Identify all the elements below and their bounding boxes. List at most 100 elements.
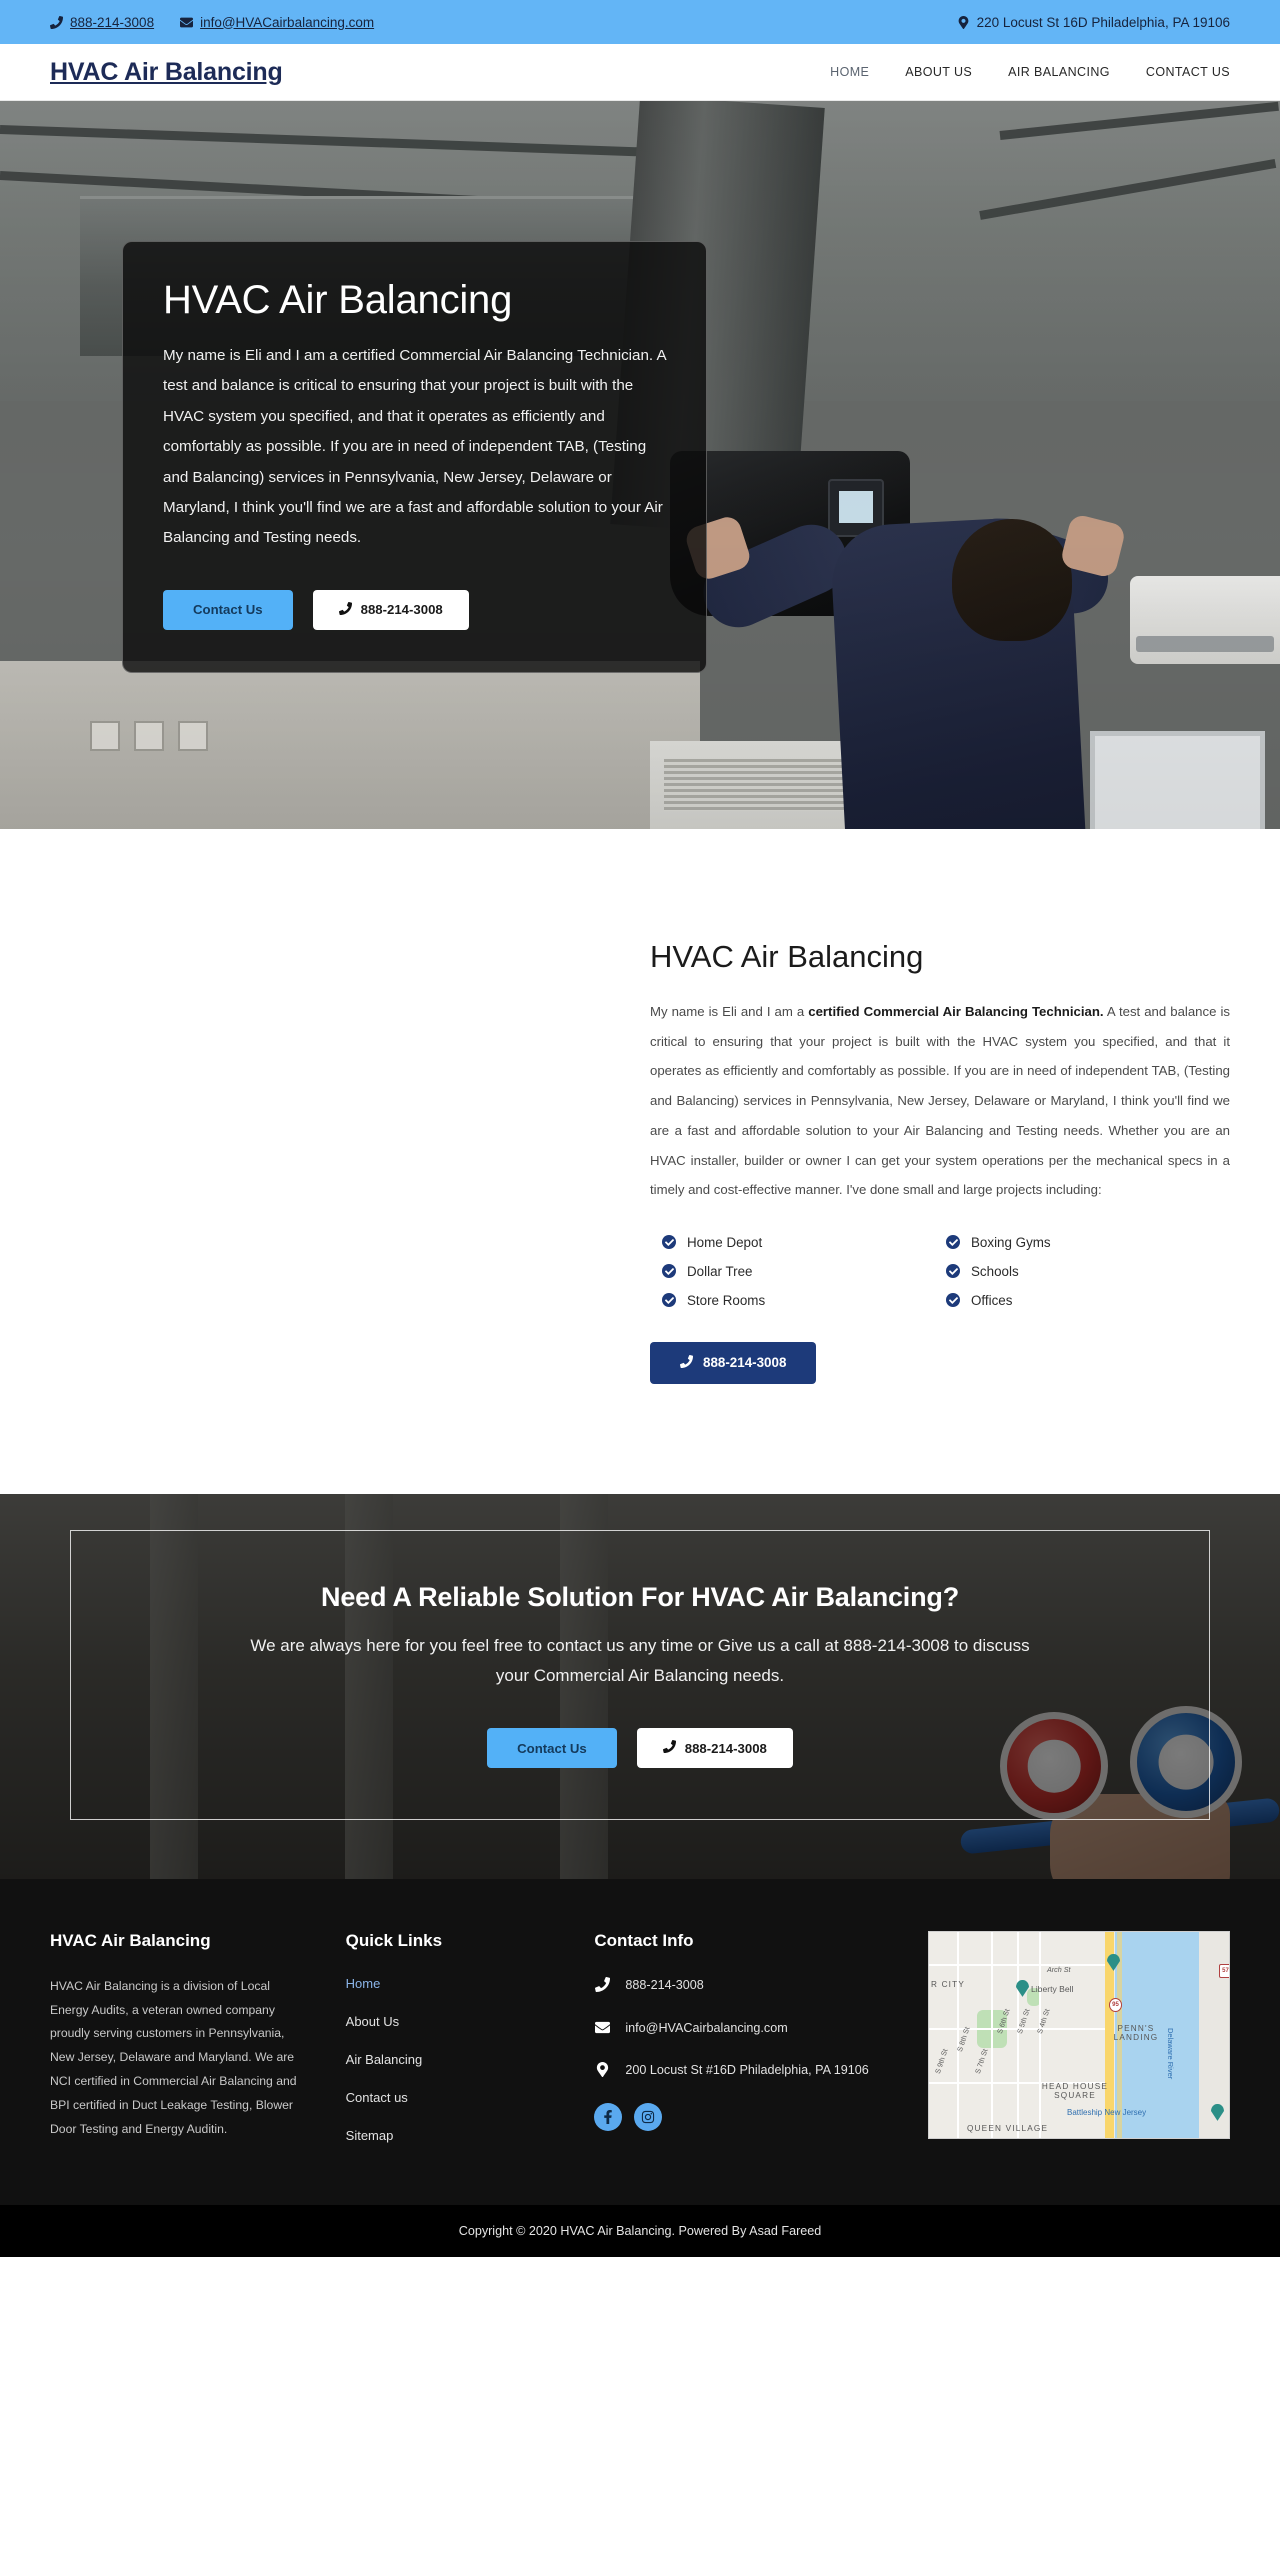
phone-icon <box>679 1354 693 1371</box>
facebook-icon[interactable] <box>594 2103 623 2132</box>
feature-label: Schools <box>971 1263 1019 1279</box>
topbar-email-link[interactable]: info@HVACairbalancing.com <box>180 15 374 30</box>
about-image-placeholder <box>50 921 610 1341</box>
nav-item-air-balancing[interactable]: AIR BALANCING <box>1008 65 1110 79</box>
about-feature-list: Home Depot Boxing Gyms Dollar Tree Schoo… <box>650 1235 1230 1308</box>
nav-links-group: HOME ABOUT US AIR BALANCING CONTACT US <box>830 65 1230 79</box>
footer-contact-phone[interactable]: 888-214-3008 <box>594 1975 894 1996</box>
footer-quicklinks-column: Quick Links Home About Us Air Balancing … <box>346 1931 561 2165</box>
list-item: Contact us <box>346 2089 561 2107</box>
feature-label: Store Rooms <box>687 1292 766 1308</box>
check-circle-icon <box>662 1293 676 1308</box>
map-label-arch-st: Arch St <box>1046 1964 1071 1974</box>
map-label-liberty-bell: Liberty Bell <box>1030 1983 1074 1994</box>
list-item: Air Balancing <box>346 2051 561 2069</box>
map-label-penns-landing: PENN'S LANDING <box>1113 2023 1159 2042</box>
top-bar-inner: 888-214-3008 info@HVACairbalancing.com 2… <box>50 15 1230 30</box>
footer-address-text: 200 Locust St #16D Philadelphia, PA 1910… <box>625 2063 869 2078</box>
phone-icon <box>662 1740 676 1756</box>
footer-about-heading: HVAC Air Balancing <box>50 1930 211 1950</box>
footer-phone-text: 888-214-3008 <box>625 1977 704 1992</box>
feature-label: Boxing Gyms <box>971 1234 1051 1250</box>
list-item: Sitemap <box>346 2127 561 2145</box>
envelope-icon <box>594 2018 611 2035</box>
about-section: HVAC Air Balancing My name is Eli and I … <box>0 829 1280 1494</box>
copyright-bar: Copyright © 2020 HVAC Air Balancing. Pow… <box>0 2204 1280 2257</box>
feature-label: Offices <box>971 1292 1013 1308</box>
feature-item: Store Rooms <box>662 1293 946 1308</box>
map-label-head-house-square: HEAD HOUSE SQUARE <box>1041 2081 1109 2100</box>
map-label-battleship-new-jersey: Battleship New Jersey <box>1066 2107 1147 2117</box>
site-logo[interactable]: HVAC Air Balancing <box>50 58 283 87</box>
cta-text: We are always here for you feel free to … <box>250 1635 1030 1686</box>
check-circle-icon <box>946 1264 960 1279</box>
topbar-address-text: 220 Locust St 16D Philadelphia, PA 19106 <box>976 14 1230 30</box>
map-marker-icon <box>957 15 970 29</box>
about-paragraph: My name is Eli and I am a certified Comm… <box>650 997 1230 1205</box>
hero-text-card: HVAC Air Balancing My name is Eli and I … <box>122 241 707 673</box>
footer-link-about-us[interactable]: About Us <box>346 2014 399 2029</box>
footer-link-home[interactable]: Home <box>346 1976 381 1991</box>
google-map-embed[interactable]: 95 57 R CITY Liberty Bell Arch St PENN'S… <box>927 1930 1230 2139</box>
footer-contact-list: 888-214-3008 info@HVACairbalancing.com 2… <box>594 1975 894 2081</box>
footer-about-column: HVAC Air Balancing HVAC Air Balancing is… <box>50 1931 312 2165</box>
about-intro-rest: A test and balance is critical to ensuri… <box>650 1004 1230 1198</box>
topbar-phone-link[interactable]: 888-214-3008 <box>50 15 154 30</box>
feature-item: Offices <box>946 1293 1230 1308</box>
cta-phone-button[interactable]: 888-214-3008 <box>636 1728 793 1769</box>
map-road <box>1016 1931 1019 2138</box>
feature-item: Boxing Gyms <box>946 1235 1230 1250</box>
about-heading: HVAC Air Balancing <box>650 939 924 974</box>
feature-item: Schools <box>946 1264 1230 1279</box>
about-intro-bold: certified Commercial Air Balancing Techn… <box>808 1004 1104 1019</box>
footer-contact-heading: Contact Info <box>594 1930 694 1950</box>
hero-title: HVAC Air Balancing <box>163 278 513 322</box>
about-inner: HVAC Air Balancing My name is Eli and I … <box>50 921 1230 1384</box>
nav-item-about-us[interactable]: ABOUT US <box>905 65 972 79</box>
instagram-icon[interactable] <box>634 2103 663 2132</box>
phone-icon <box>338 601 352 618</box>
about-phone-button[interactable]: 888-214-3008 <box>650 1341 817 1384</box>
hero-paragraph: My name is Eli and I am a certified Comm… <box>163 347 666 547</box>
check-circle-icon <box>946 1293 960 1308</box>
hero-button-group: Contact Us 888-214-3008 <box>163 589 666 630</box>
map-label-queen-village: QUEEN VILLAGE <box>966 2123 1049 2133</box>
cta-heading: Need A Reliable Solution For HVAC Air Ba… <box>321 1581 959 1612</box>
topbar-email-text: info@HVACairbalancing.com <box>200 14 375 30</box>
map-road <box>1038 1931 1041 2138</box>
phone-icon <box>594 1975 611 1992</box>
feature-label: Dollar Tree <box>687 1263 753 1279</box>
list-item: About Us <box>346 2013 561 2031</box>
footer-social-links <box>594 2103 894 2132</box>
footer-contact-email[interactable]: info@HVACairbalancing.com <box>594 2018 894 2039</box>
about-intro-lead: My name is Eli and I am a <box>650 1004 809 1019</box>
hero-phone-button[interactable]: 888-214-3008 <box>312 589 469 630</box>
footer-link-contact-us[interactable]: Contact us <box>346 2090 408 2105</box>
envelope-icon <box>180 16 194 29</box>
footer-link-air-balancing[interactable]: Air Balancing <box>346 2052 423 2067</box>
hero-section: HVAC Air Balancing My name is Eli and I … <box>0 101 1280 829</box>
footer-inner: HVAC Air Balancing HVAC Air Balancing is… <box>50 1930 1230 2165</box>
about-content: HVAC Air Balancing My name is Eli and I … <box>650 921 1230 1384</box>
footer-link-sitemap[interactable]: Sitemap <box>346 2128 394 2143</box>
footer-quicklinks-heading: Quick Links <box>345 1930 443 1950</box>
top-bar-left-group: 888-214-3008 info@HVACairbalancing.com <box>50 15 374 30</box>
feature-item: Home Depot <box>662 1235 946 1250</box>
footer-contact-address: 200 Locust St #16D Philadelphia, PA 1910… <box>594 2060 894 2081</box>
main-navigation: HVAC Air Balancing HOME ABOUT US AIR BAL… <box>0 44 1280 101</box>
hero-phone-button-label: 888-214-3008 <box>360 602 443 618</box>
about-phone-button-label: 888-214-3008 <box>703 1355 787 1371</box>
hero-contact-us-button[interactable]: Contact Us <box>163 589 293 630</box>
footer-about-text: HVAC Air Balancing is a division of Loca… <box>50 1978 297 2136</box>
cta-bordered-box: Need A Reliable Solution For HVAC Air Ba… <box>70 1529 1210 1820</box>
footer-quicklinks-list: Home About Us Air Balancing Contact us S… <box>346 1975 561 2145</box>
cta-contact-us-button[interactable]: Contact Us <box>487 1728 617 1769</box>
nav-inner: HVAC Air Balancing HOME ABOUT US AIR BAL… <box>50 58 1230 87</box>
check-circle-icon <box>662 1235 676 1250</box>
copyright-text: Copyright © 2020 HVAC Air Balancing. Pow… <box>458 2223 822 2238</box>
list-item: Home <box>346 1975 561 1993</box>
cta-section: Need A Reliable Solution For HVAC Air Ba… <box>0 1493 1280 1879</box>
map-road <box>990 1931 993 2138</box>
nav-item-contact-us[interactable]: CONTACT US <box>1146 65 1230 79</box>
nav-item-home[interactable]: HOME <box>830 65 869 79</box>
